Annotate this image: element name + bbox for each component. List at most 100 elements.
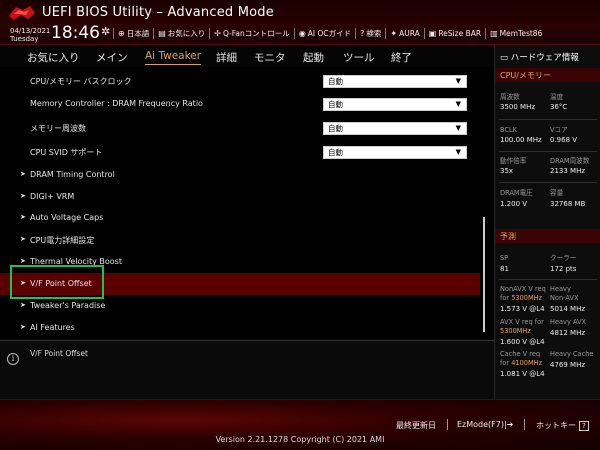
monitor-icon: ▭ (500, 53, 511, 63)
hw-label: for 5300MHz (500, 294, 542, 302)
scrollbar[interactable] (483, 217, 485, 332)
submenu-item[interactable]: ➤ CPU電力詳細設定 (0, 229, 480, 251)
tool-search[interactable]: ? 検索 (355, 27, 385, 39)
tool-ai-oc[interactable]: ◉ AI OCガイド (293, 27, 355, 39)
setting-dropdown[interactable]: 自動 ▼ (323, 75, 467, 88)
tool-memtest[interactable]: ▥ MemTest86 (485, 27, 546, 39)
submenu-label: DIGI+ VRM (30, 192, 75, 201)
chevron-down-icon: ▼ (455, 124, 461, 132)
hw-value: 2133 MHz (550, 167, 586, 175)
submenu-item[interactable]: ➤ AI Features (0, 317, 480, 339)
tool-label: 日本語 (126, 28, 150, 38)
setting-dropdown[interactable]: 自動 ▼ (323, 122, 467, 135)
hw-label: 周波数 (500, 93, 520, 101)
chevron-down-icon: ▼ (455, 77, 461, 85)
hw-label: Non-AVX (550, 294, 579, 302)
aura-icon: ✦ (390, 28, 398, 38)
tab-boot[interactable]: 起動 (303, 50, 324, 65)
setting-dropdown[interactable]: 自動 ▼ (323, 98, 467, 111)
dropdown-value: 自動 (328, 124, 343, 133)
hw-label: 動作倍率 (500, 157, 527, 165)
tool-label: AURA (399, 28, 420, 38)
hw-label: DRAM周波数 (550, 157, 590, 165)
hotkey-button[interactable]: ホットキー? (536, 420, 589, 431)
day-text: Tuesday (10, 35, 39, 43)
setting-row[interactable]: メモリー周波数 自動 ▼ (0, 117, 480, 139)
hw-label: Heavy (550, 285, 571, 293)
dropdown-value: 自動 (328, 148, 343, 157)
hardware-title-text: ハードウェア情報 (510, 53, 579, 63)
help-key-icon: ? (579, 421, 589, 431)
divider (499, 119, 597, 120)
for-text: for (500, 294, 510, 302)
label-text: AVX V req (500, 318, 533, 326)
tool-label: お気に入り (167, 28, 206, 38)
tool-label: ReSize BAR (438, 28, 482, 38)
arrow-right-icon: ➤ (20, 323, 26, 331)
arrow-right-icon: ➤ (20, 301, 26, 309)
copyright-text: Version 2.21.1278 Copyright (C) 2021 AMI (215, 435, 385, 444)
divider (499, 182, 597, 183)
hw-value: 1.573 V @L4 (500, 305, 545, 313)
hw-value: 32768 MB (550, 200, 586, 208)
tab-main[interactable]: メイン (96, 50, 128, 65)
tool-favorites[interactable]: ▤ お気に入り (153, 27, 209, 39)
hw-value: 1.081 V @L4 (500, 370, 545, 378)
dropdown-value: 自動 (328, 100, 343, 109)
chevron-down-icon: ▼ (455, 148, 461, 156)
tool-qfan[interactable]: ✢ Q-Fanコントロール (209, 27, 294, 39)
gear-icon[interactable]: ✲ (101, 25, 110, 38)
hw-value: 172 pts (550, 265, 577, 273)
setting-dropdown[interactable]: 自動 ▼ (323, 146, 467, 159)
tab-monitor[interactable]: モニタ (254, 50, 286, 65)
hw-value: 35x (500, 167, 514, 175)
tool-aura[interactable]: ✦ AURA (385, 27, 423, 39)
header-bar: UEFI BIOS Utility – Advanced Mode 04/13/… (0, 0, 600, 45)
fan-icon: ✢ (214, 28, 221, 38)
date-text: 04/13/2021 (10, 27, 51, 35)
tool-resize-bar[interactable]: ▣ ReSize BAR (423, 27, 485, 39)
section-title: 予測 (500, 232, 516, 241)
hw-label: AVX V req for (500, 318, 544, 326)
highlight-box (10, 265, 104, 299)
submenu-label: DRAM Timing Control (30, 170, 115, 179)
tool-label: AI OCガイド (307, 28, 352, 38)
arrow-right-icon: ➤ (20, 170, 26, 178)
help-panel: i V/F Point Offset (0, 340, 494, 399)
hotkey-label: ホットキー (536, 421, 576, 430)
window-title: UEFI BIOS Utility – Advanced Mode (42, 5, 274, 20)
help-text: V/F Point Offset (30, 349, 88, 358)
submenu-item[interactable]: ➤ Auto Voltage Caps (0, 207, 480, 229)
tool-language[interactable]: ⊕ 日本語 (113, 27, 153, 39)
submenu-label: CPU電力詳細設定 (30, 236, 95, 245)
setting-label: CPU/メモリー バスクロック (30, 77, 132, 86)
tab-ai-tweaker[interactable]: Ai Tweaker (145, 50, 202, 65)
arrow-right-icon: ➤ (20, 235, 26, 243)
hw-label: Heavy AVX (550, 318, 587, 326)
setting-row[interactable]: CPU SVID サポート 自動 ▼ (0, 141, 480, 163)
hw-value: 1.200 V (500, 200, 528, 208)
divider (499, 151, 597, 152)
tab-exit[interactable]: 終了 (391, 50, 412, 65)
setting-label: CPU SVID サポート (30, 148, 103, 157)
tab-advanced[interactable]: 詳細 (216, 50, 237, 65)
divider (447, 419, 448, 430)
ezmode-button[interactable]: EzMode(F7)|➔ (457, 420, 513, 429)
for-text: for (534, 318, 544, 326)
divider (524, 419, 525, 430)
prediction-section: 予測 (495, 229, 600, 243)
info-icon: i (7, 353, 19, 365)
tab-favorites[interactable]: お気に入り (27, 50, 80, 65)
tab-tool[interactable]: ツール (343, 50, 375, 65)
setting-row[interactable]: Memory Controller : DRAM Frequency Ratio… (0, 93, 480, 115)
section-title: CPU/メモリー (500, 71, 551, 80)
rog-logo-icon (9, 6, 35, 20)
hw-label: DRAM電圧 (500, 189, 533, 197)
hw-label: 温度 (550, 93, 564, 101)
hw-label: for 4100MHz (500, 359, 542, 367)
submenu-item[interactable]: ➤ DIGI+ VRM (0, 186, 480, 208)
arrow-right-icon: ➤ (20, 213, 26, 221)
submenu-item[interactable]: ➤ DRAM Timing Control (0, 164, 480, 186)
setting-row[interactable]: CPU/メモリー バスクロック 自動 ▼ (0, 70, 480, 92)
last-modified-button[interactable]: 最終更新日 (396, 420, 436, 431)
